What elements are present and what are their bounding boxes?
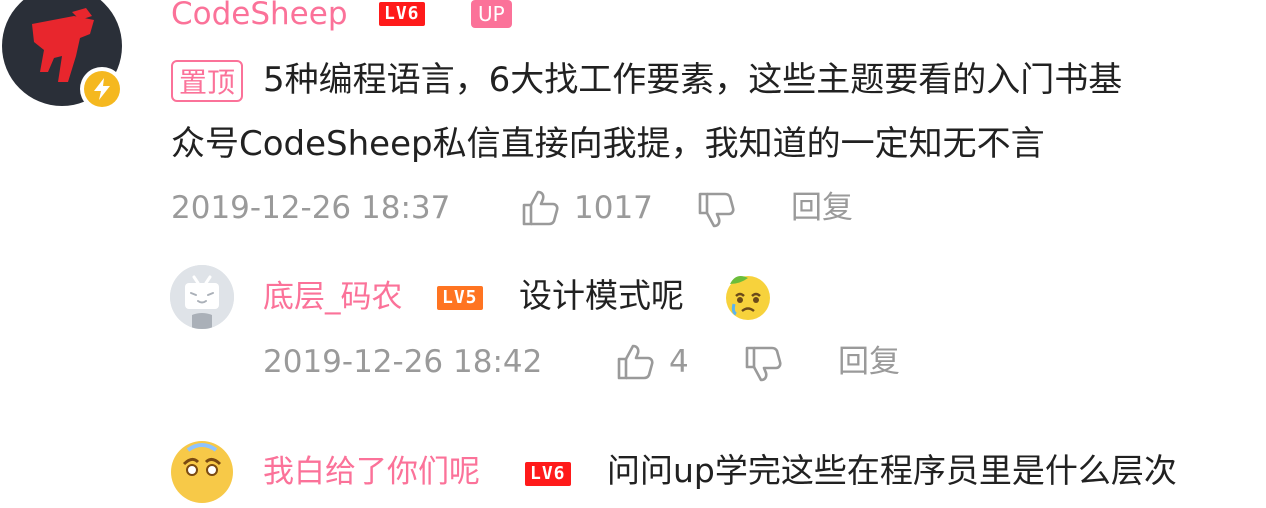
level-badge: LV5 <box>437 286 483 310</box>
dislike-button[interactable] <box>743 344 783 384</box>
thumbs-up-icon <box>522 190 559 226</box>
thumbs-down-icon <box>698 192 735 228</box>
up-badge: UP <box>471 0 512 28</box>
reply-text: 设计模式呢 <box>519 276 684 315</box>
sweating-face-emoji-icon <box>171 441 233 503</box>
comment-text-line1: 5种编程语言，6大找工作要素，这些主题要看的入门书基 <box>263 60 1123 100</box>
like-count: 1017 <box>574 190 653 226</box>
tv-mascot-icon <box>170 265 234 329</box>
level-badge: LV6 <box>379 2 425 26</box>
reply-avatar[interactable] <box>170 440 234 508</box>
reply-avatar[interactable] <box>170 265 234 329</box>
thumbs-down-icon <box>745 346 782 382</box>
lightning-icon <box>94 78 110 100</box>
verified-badge <box>80 67 124 111</box>
comment-text-line2: 众号CodeSheep私信直接向我提，我知道的一定知无不言 <box>171 124 1045 164</box>
reply-button[interactable]: 回复 <box>791 188 853 228</box>
username[interactable]: CodeSheep <box>171 0 348 34</box>
reply-username[interactable]: 底层_码农 <box>263 277 403 317</box>
like-button[interactable]: 1017 <box>520 188 653 228</box>
dislike-button[interactable] <box>696 190 736 230</box>
reply-timestamp: 2019-12-26 18:42 <box>263 344 543 380</box>
timestamp: 2019-12-26 18:37 <box>171 190 451 226</box>
reply-button[interactable]: 回复 <box>838 342 900 382</box>
level-badge: LV6 <box>525 462 571 486</box>
thumbs-up-icon <box>617 344 654 380</box>
reply-username[interactable]: 我白给了你们呢 <box>263 452 480 492</box>
crying-face-emoji-icon <box>722 270 774 326</box>
reply-text: 问问up学完这些在程序员里是什么层次 <box>607 451 1177 490</box>
like-count: 4 <box>669 344 689 380</box>
like-button[interactable]: 4 <box>615 342 689 382</box>
pinned-tag: 置顶 <box>171 60 244 102</box>
